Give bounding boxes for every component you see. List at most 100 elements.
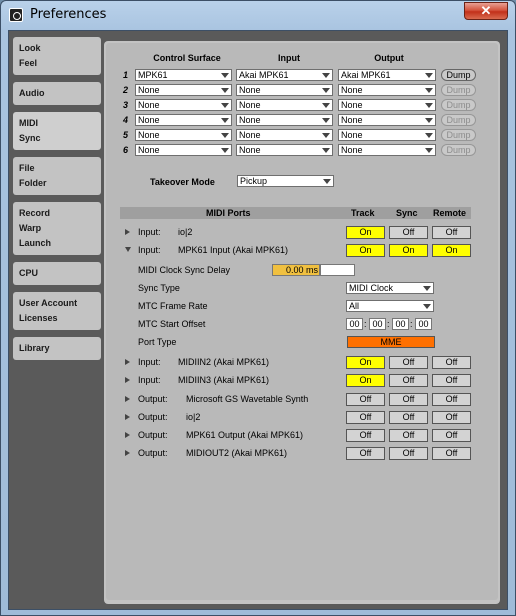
sidebar-group[interactable]: Record Warp Launch (13, 202, 101, 255)
remote-toggle[interactable]: On (432, 244, 471, 257)
sync-toggle[interactable]: Off (389, 429, 428, 442)
control-surface-dropdown[interactable]: None (135, 114, 232, 126)
sync-toggle[interactable]: Off (389, 374, 428, 387)
expand-triangle-icon[interactable] (125, 450, 130, 456)
output-dropdown[interactable]: None (338, 84, 436, 96)
dump-button[interactable]: Dump (441, 144, 476, 156)
expand-triangle-icon[interactable] (125, 359, 130, 365)
remote-toggle[interactable]: Off (432, 429, 471, 442)
mtc-offset-frames[interactable]: 00 (415, 318, 432, 330)
chevron-down-icon (322, 133, 330, 138)
track-toggle[interactable]: On (346, 356, 385, 369)
sidebar-group[interactable]: Look Feel (13, 37, 101, 75)
collapse-triangle-icon[interactable] (125, 247, 131, 252)
sidebar-group[interactable]: File Folder (13, 157, 101, 195)
sync-toggle[interactable]: Off (389, 356, 428, 369)
chevron-down-icon (425, 103, 433, 108)
remote-toggle[interactable]: Off (432, 226, 471, 239)
surface-row-number: 1 (123, 70, 129, 80)
sync-type-dropdown[interactable]: MIDI Clock (346, 282, 434, 294)
track-toggle[interactable]: On (346, 374, 385, 387)
dump-button[interactable]: Dump (441, 84, 476, 96)
input-dropdown[interactable]: None (236, 84, 333, 96)
remote-toggle[interactable]: Off (432, 447, 471, 460)
input-dropdown[interactable]: None (236, 144, 333, 156)
expand-triangle-icon[interactable] (125, 377, 130, 383)
takeover-mode-dropdown[interactable]: Pickup (237, 175, 334, 187)
track-toggle[interactable]: Off (346, 447, 385, 460)
input-dropdown[interactable]: None (236, 114, 333, 126)
chevron-down-icon (425, 118, 433, 123)
sidebar-group[interactable]: Library (13, 337, 101, 360)
control-surface-header: Control Surface (153, 53, 221, 63)
control-surface-dropdown[interactable]: None (135, 144, 232, 156)
sync-toggle[interactable]: Off (389, 411, 428, 424)
chevron-down-icon (221, 88, 229, 93)
sync-toggle[interactable]: Off (389, 226, 428, 239)
chevron-down-icon (322, 73, 330, 78)
midi-sync-panel: Control Surface Input Output Takeover Mo… (104, 41, 500, 604)
track-toggle[interactable]: Off (346, 393, 385, 406)
port-direction: Input: (138, 227, 161, 237)
output-dropdown[interactable]: Akai MPK61 (338, 69, 436, 81)
sync-toggle[interactable]: Off (389, 447, 428, 460)
sync-toggle[interactable]: On (389, 244, 428, 257)
mtc-offset-minutes[interactable]: 00 (369, 318, 386, 330)
dump-button[interactable]: Dump (441, 69, 476, 81)
track-toggle[interactable]: Off (346, 429, 385, 442)
sidebar-group[interactable]: User Account Licenses (13, 292, 101, 330)
expand-triangle-icon[interactable] (125, 414, 130, 420)
output-dropdown[interactable]: None (338, 114, 436, 126)
remote-toggle[interactable]: Off (432, 411, 471, 424)
port-direction: Output: (138, 412, 168, 422)
output-dropdown[interactable]: None (338, 129, 436, 141)
mtc-offset-seconds[interactable]: 00 (392, 318, 409, 330)
sidebar-group[interactable]: Audio (13, 82, 101, 105)
midi-clock-sync-delay-field[interactable]: 0.00 ms (272, 264, 320, 276)
control-surface-dropdown[interactable]: None (135, 99, 232, 111)
chevron-down-icon (323, 179, 331, 184)
remote-toggle[interactable]: Off (432, 393, 471, 406)
remote-toggle[interactable]: Off (432, 374, 471, 387)
sidebar-item-label: Licenses (19, 313, 58, 323)
expand-triangle-icon[interactable] (125, 432, 130, 438)
sidebar-group[interactable]: MIDI Sync (13, 112, 101, 150)
sidebar-item-label: User Account (19, 298, 78, 308)
mtc-frame-rate-label: MTC Frame Rate (138, 301, 208, 311)
app-icon (9, 8, 23, 22)
expand-triangle-icon[interactable] (125, 396, 130, 402)
sidebar-item-label: CPU (19, 268, 39, 278)
surface-row-number: 4 (123, 115, 129, 125)
input-dropdown[interactable]: None (236, 129, 333, 141)
sidebar-item-label: Warp (19, 223, 42, 233)
mtc-frame-rate-dropdown[interactable]: All (346, 300, 434, 312)
port-name: MIDIIN2 (Akai MPK61) (178, 357, 270, 367)
panel-content: Control Surface Input Output Takeover Mo… (106, 43, 498, 600)
control-surface-dropdown[interactable]: None (135, 129, 232, 141)
colon-separator: : (387, 319, 390, 329)
output-dropdown[interactable]: None (338, 144, 436, 156)
control-surface-dropdown[interactable]: MPK61 (135, 69, 232, 81)
output-dropdown[interactable]: None (338, 99, 436, 111)
close-button[interactable]: ✕ (464, 2, 508, 20)
remote-column-header: Remote (433, 208, 467, 218)
chevron-down-icon (425, 73, 433, 78)
title-bar[interactable]: Preferences ✕ (1, 1, 515, 31)
remote-toggle[interactable]: Off (432, 356, 471, 369)
track-toggle[interactable]: On (346, 244, 385, 257)
sync-toggle[interactable]: Off (389, 393, 428, 406)
port-name: MIDIIN3 (Akai MPK61) (178, 375, 270, 385)
dump-button[interactable]: Dump (441, 129, 476, 141)
mtc-offset-hours[interactable]: 00 (346, 318, 363, 330)
sidebar-group[interactable]: CPU (13, 262, 101, 285)
input-dropdown[interactable]: None (236, 99, 333, 111)
control-surface-dropdown[interactable]: None (135, 84, 232, 96)
dump-button[interactable]: Dump (441, 114, 476, 126)
port-name: io|2 (186, 412, 201, 422)
input-dropdown[interactable]: Akai MPK61 (236, 69, 333, 81)
sidebar-item-label: Library (19, 343, 50, 353)
track-toggle[interactable]: Off (346, 411, 385, 424)
expand-triangle-icon[interactable] (125, 229, 130, 235)
track-toggle[interactable]: On (346, 226, 385, 239)
dump-button[interactable]: Dump (441, 99, 476, 111)
